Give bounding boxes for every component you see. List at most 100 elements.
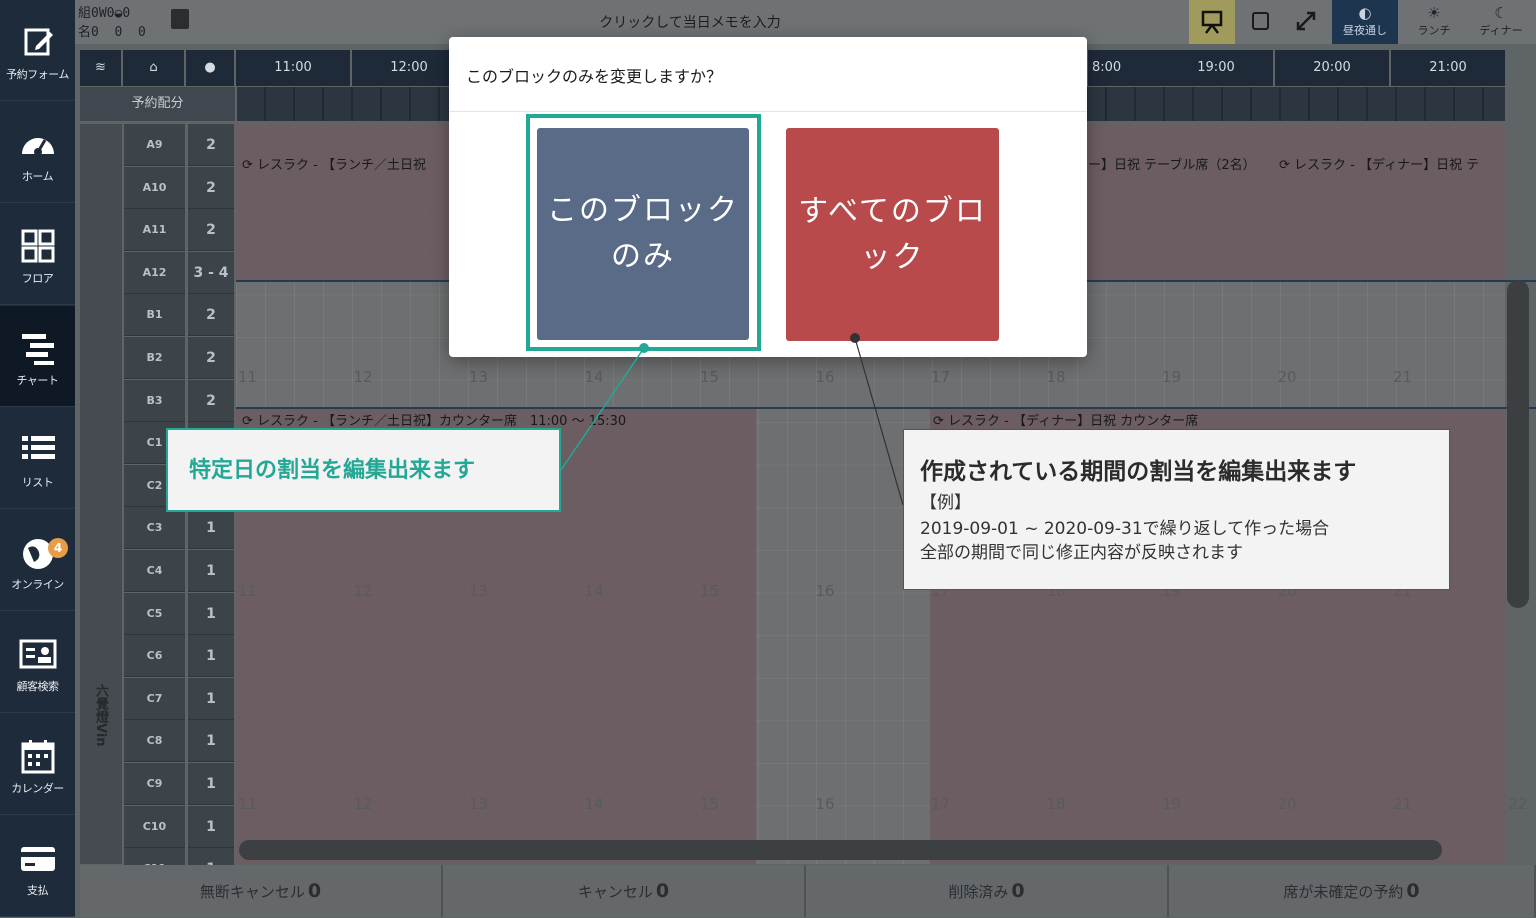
table-row[interactable]: C5 1 [124,592,234,635]
mode-lunch[interactable]: ☀ ランチ [1401,0,1467,44]
nav-label: 支払 [27,884,49,897]
graduation-cap-icon[interactable]: ⌂ [123,50,184,86]
table-row[interactable]: C10 1 [124,805,234,848]
table-name: C8 [124,720,185,763]
hour-marker: 14 [584,795,604,813]
allotment-dinner-counter[interactable]: ⟳ レスラク - 【ディナー】日祝 カウンター席 [933,410,1198,429]
person-icon[interactable]: ● [186,50,234,86]
hour-marker: 12 [353,368,373,386]
annotation-right-line1: 2019-09-01 ~ 2020-09-31で繰り返して作った場合 [920,519,1330,539]
highlight-frame [526,114,761,351]
table-name: A11 [124,209,185,252]
table-row[interactable]: A9 2 [124,124,234,166]
table-row[interactable]: B2 2 [124,337,234,379]
nav-list[interactable]: リスト [0,408,75,509]
presentation-icon[interactable] [1189,0,1235,44]
stat-cancel[interactable]: キャンセル 0 [443,865,806,917]
hour-header: 20:00 [1275,50,1389,86]
table-capacity: 2 [188,294,234,337]
allotment-lunch-counter[interactable]: ⟳ レスラク - 【ランチ／土日祝】カウンター席 11:00 〜 15:30 [242,410,626,429]
table-name: A12 [124,251,185,294]
all-blocks-button[interactable]: すべてのブロック [786,128,999,341]
stat-no-show[interactable]: 無断キャンセル 0 [80,865,443,917]
nav-customer-search[interactable]: 顧客検索 [0,612,75,713]
table-capacity: 1 [188,677,234,720]
allotment-label: 予約配分 [80,87,235,121]
table-capacity: 2 [188,166,234,209]
hour-marker: 17 [931,368,951,386]
table-row[interactable]: A10 2 [124,166,234,209]
chart-icon [21,334,54,365]
expand-icon[interactable] [1283,0,1329,44]
table-name: B3 [124,379,185,422]
table-row[interactable]: A12 3 - 4 [124,251,234,294]
table-row[interactable]: B3 2 [124,379,234,422]
table-name: C5 [124,592,185,635]
hour-marker: 13 [469,368,489,386]
table-row[interactable]: C8 1 [124,720,234,763]
nav-reservation-form[interactable]: 予約フォーム [0,0,75,101]
nav-online[interactable]: 4 オンライン [0,510,75,611]
nav-chart[interactable]: チャート [0,306,75,407]
mode-dinner[interactable]: ☾ ディナー [1468,0,1534,44]
hour-marker: 12 [353,795,373,813]
nav-payment[interactable]: 支払 [0,816,75,917]
stat-label: 削除済み [948,883,1009,901]
square-icon[interactable] [1237,0,1283,44]
allotment-lunch-table[interactable]: ⟳ レスラク - 【ランチ／土日祝 [242,154,426,173]
table-row[interactable]: C9 1 [124,763,234,805]
vertical-scrollbar[interactable] [1507,280,1529,608]
section-divider [236,407,1536,409]
mode-all-day[interactable]: ◐ 昼夜通し [1332,0,1398,44]
nav-label: オンライン [11,578,64,591]
nav-home[interactable]: ホーム [0,102,75,203]
annotation-right-line2: 全部の期間で同じ修正内容が反映されます [920,543,1243,563]
table-row[interactable]: C4 1 [124,550,234,592]
mode-label: ランチ [1417,24,1451,37]
person-count: 名0 0 0 [78,25,146,40]
day-memo-input[interactable]: クリックして当日メモを入力 [475,12,905,32]
hour-header: 19:00 [1159,50,1273,86]
table-row[interactable]: C3 1 [124,507,234,550]
area-column: 六覺燈Vin [80,124,122,864]
layers-icon[interactable]: ≋ [80,50,121,86]
horizontal-scrollbar[interactable] [239,840,1442,860]
table-name: C9 [124,763,185,805]
list-icon [21,436,55,459]
table-capacity: 1 [188,720,234,763]
table-row[interactable]: C6 1 [124,635,234,678]
floor-grid-icon [21,229,54,263]
stat-value: 0 [307,880,322,902]
hour-marker: 16 [815,368,835,386]
allotment-dinner-table-a[interactable]: ー】日祝 テーブル席（2名） [1088,154,1256,173]
stat-value: 0 [1406,880,1420,902]
table-row[interactable]: C7 1 [124,677,234,720]
allotment-text: レスラク - 【ディナー】日祝 テ [1294,158,1480,173]
table-capacity: 1 [188,592,234,635]
hour-marker: 18 [1046,368,1066,386]
table-capacity: 3 - 4 [188,251,234,294]
table-capacity: 1 [188,763,234,805]
hour-marker: 22 [1508,795,1528,813]
clipboard-icon[interactable] [171,9,189,29]
table-row[interactable]: A11 2 [124,209,234,252]
nav-calendar[interactable]: カレンダー [0,714,75,815]
credit-card-icon [20,847,55,871]
hour-marker: 19 [1162,795,1182,813]
allotment-text: レスラク - 【ランチ／土日祝】カウンター席 11:00 〜 15:30 [257,414,627,429]
hour-marker: 11 [238,795,258,813]
nav-label: 顧客検索 [16,680,60,693]
hour-marker: 11 [238,368,258,386]
stat-deleted[interactable]: 削除済み 0 [806,865,1169,917]
annotation-right-example: 【例】 [920,493,971,513]
hour-marker: 15 [700,795,720,813]
table-name: C3 [124,507,185,550]
nav-floor[interactable]: フロア [0,204,75,305]
hour-marker: 19 [1162,368,1182,386]
hour-marker: 16 [815,795,835,813]
allotment-dinner-table-b[interactable]: ⟳ レスラク - 【ディナー】日祝 テ [1279,154,1479,173]
table-capacity: 1 [188,635,234,678]
table-row[interactable]: B1 2 [124,294,234,337]
hour-marker: 12 [353,582,373,600]
stat-unassigned[interactable]: 席が未確定の予約 0 [1169,865,1536,917]
